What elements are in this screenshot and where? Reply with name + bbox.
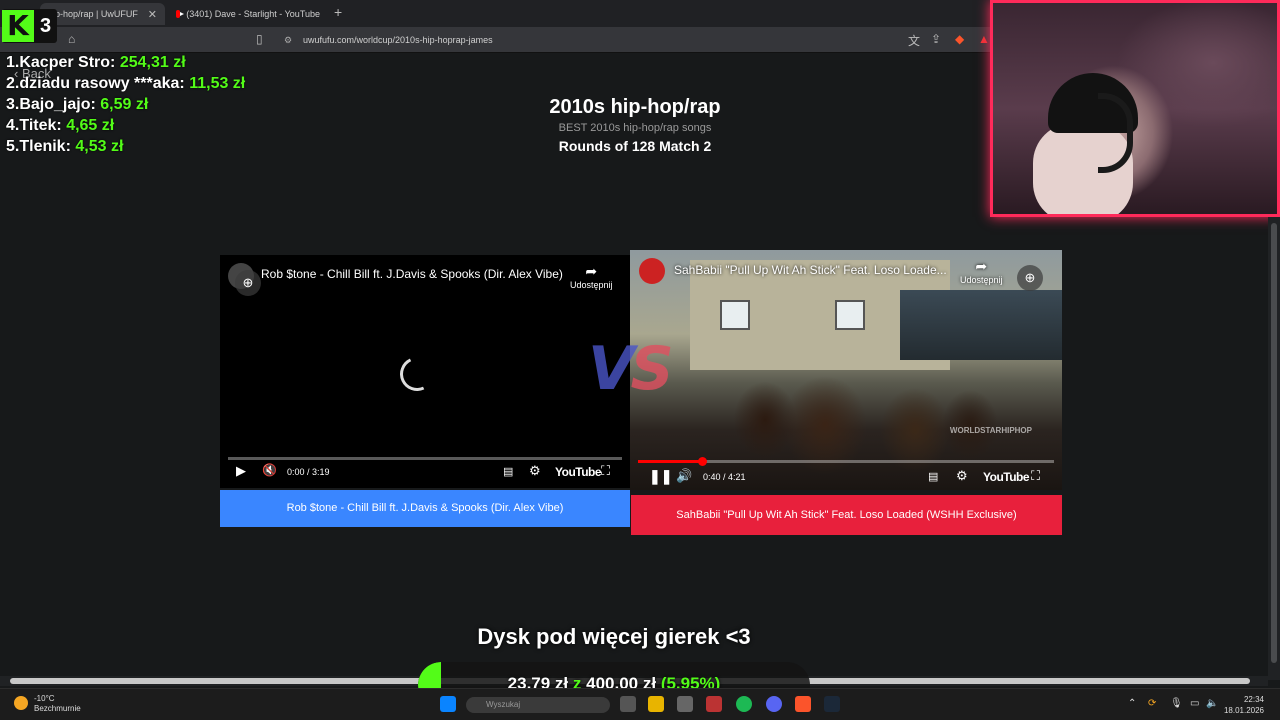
play-icon[interactable]: ▶ — [236, 463, 246, 479]
video-title[interactable]: Rob $tone - Chill Bill ft. J.Davis & Spo… — [261, 267, 563, 281]
youtube-favicon-icon — [176, 10, 185, 18]
window — [720, 300, 750, 330]
time-display: 0:00 / 3:19 — [287, 467, 330, 477]
fullscreen-icon[interactable]: ⛶ — [601, 463, 610, 479]
weather-temp: -10°C — [34, 694, 55, 703]
video-frame: WORLDSTARHIPHOP — [630, 250, 1062, 490]
tab-label: hip-hop/rap | UwUFUF — [48, 9, 138, 19]
tab-youtube[interactable]: (3401) Dave - Starlight - YouTube — [168, 3, 328, 25]
time-display: 0:40 / 4:21 — [703, 472, 746, 482]
pause-icon[interactable]: ❚❚ — [649, 468, 672, 485]
choose-left-button[interactable]: Rob $tone - Chill Bill ft. J.Davis & Spo… — [220, 490, 630, 527]
youtube-logo[interactable]: YouTube — [555, 465, 602, 479]
window — [835, 300, 865, 330]
sun-icon — [14, 696, 28, 710]
brave-icon[interactable] — [795, 696, 811, 712]
zoom-icon[interactable]: ⊕ — [235, 270, 261, 296]
site-info-icon[interactable]: ⚙ — [284, 31, 292, 49]
subtitles-icon[interactable]: ▤ — [928, 470, 938, 483]
translate-icon[interactable]: 文 — [908, 32, 920, 49]
tab-label: (3401) Dave - Starlight - YouTube — [186, 9, 320, 19]
new-tab-icon[interactable]: + — [334, 4, 342, 20]
subtitles-icon[interactable]: ▤ — [503, 465, 513, 478]
kick-badge: K 3 — [2, 9, 57, 43]
network-icon[interactable]: ▭ — [1190, 698, 1199, 709]
progress-scrubber[interactable] — [697, 457, 707, 466]
share-label: Udostępnij — [570, 280, 613, 290]
leaderboard-row: 2.dziadu rasowy ***aka: 11,53 zł — [6, 75, 246, 92]
spotify-icon[interactable] — [736, 696, 752, 712]
weather-desc: Bezchmurnie — [34, 704, 81, 713]
right-video-player[interactable]: WORLDSTARHIPHOP SahBabii "Pull Up Wit Ah… — [630, 250, 1062, 490]
rewards-icon[interactable]: ▲ — [978, 32, 990, 46]
webcam-overlay — [990, 0, 1280, 217]
clock-time: 22:34 — [1243, 695, 1264, 704]
progress-bar[interactable] — [228, 457, 622, 460]
file-explorer-icon[interactable] — [648, 696, 664, 712]
clock-date: 18.01.2026 — [1223, 706, 1264, 715]
scrollbar-thumb[interactable] — [1271, 223, 1277, 663]
leaderboard-row: 1.Kacper Stro: 254,31 zł — [6, 54, 186, 71]
taskbar-clock[interactable]: 22:34 18.01.2026 — [1224, 694, 1264, 716]
video-watermark: WORLDSTARHIPHOP — [949, 426, 1032, 435]
taskbar-search-input[interactable]: Wyszukaj — [466, 697, 610, 713]
tab-uwufufu[interactable]: hip-hop/rap | UwUFUF ✕ — [40, 3, 165, 25]
progress-fill — [638, 460, 702, 463]
kick-number: 3 — [40, 14, 52, 37]
store-icon[interactable] — [677, 696, 693, 712]
brave-shield-icon[interactable]: ◆ — [955, 32, 964, 46]
loading-spinner — [395, 352, 439, 396]
search-placeholder: Wyszukaj — [486, 700, 521, 709]
sync-icon[interactable]: ⟳ — [1148, 698, 1156, 709]
left-video-player[interactable]: Rob $tone - Chill Bill ft. J.Davis & Spo… — [220, 255, 630, 488]
goal-title: Dysk pod więcej gierek <3 — [477, 624, 751, 649]
share-arrow-icon: ➦ — [585, 263, 598, 279]
close-tab-icon[interactable]: ✕ — [148, 8, 157, 21]
youtube-logo[interactable]: YouTube — [983, 470, 1030, 484]
weather-widget[interactable]: -10°C Bezchmurnie — [14, 694, 81, 714]
windows-taskbar: -10°C Bezchmurnie Wyszukaj ⌃ ⟳ 🎙 ▭ 🔈 22:… — [0, 688, 1280, 720]
share-button[interactable]: ➦ Udostępnij — [570, 263, 613, 290]
share-button[interactable]: ➦ Udostępnij — [960, 258, 1003, 285]
balcony — [900, 290, 1062, 360]
settings-icon[interactable]: ⚙ — [956, 468, 968, 484]
share-arrow-icon: ➦ — [975, 258, 988, 274]
home-icon[interactable]: ⌂ — [68, 32, 75, 46]
video-title[interactable]: SahBabii "Pull Up Wit Ah Stick" Feat. Lo… — [674, 263, 947, 277]
volume-icon[interactable]: 🔊 — [676, 468, 692, 484]
speaker-icon[interactable]: 🔈 — [1206, 698, 1218, 709]
vertical-scrollbar[interactable] — [1268, 217, 1280, 680]
microphone-icon[interactable]: 🎙 — [1170, 698, 1183, 709]
app-icon[interactable] — [706, 696, 722, 712]
fullscreen-icon[interactable]: ⛶ — [1031, 468, 1040, 484]
share-label: Udostępnij — [960, 275, 1003, 285]
steam-icon[interactable] — [824, 696, 840, 712]
share-icon[interactable]: ⇪ — [931, 32, 941, 46]
bookmark-icon[interactable]: ▯ — [256, 32, 263, 46]
progress-bar[interactable] — [638, 457, 1054, 466]
kick-logo: K — [2, 10, 34, 42]
channel-avatar[interactable] — [639, 258, 665, 284]
zoom-icon[interactable]: ⊕ — [1017, 265, 1043, 291]
discord-icon[interactable] — [766, 696, 782, 712]
muted-icon[interactable]: 🔇 — [262, 463, 277, 477]
address-bar: ⌂ ▯ ⚙ uwufufu.com/worldcup/2010s-hip-hop… — [0, 27, 990, 53]
settings-icon[interactable]: ⚙ — [529, 463, 541, 479]
chevron-up-icon[interactable]: ⌃ — [1128, 698, 1136, 709]
url-text: uwufufu.com/worldcup/2010s-hip-hoprap-ja… — [303, 35, 493, 45]
versus-label: VS — [588, 334, 674, 404]
choose-right-button[interactable]: SahBabii "Pull Up Wit Ah Stick" Feat. Lo… — [631, 495, 1062, 535]
stream-screen: hip-hop/rap | UwUFUF ✕ (3401) Dave - Sta… — [0, 0, 1280, 720]
task-view-icon[interactable] — [620, 696, 636, 712]
url-input[interactable]: ⚙ uwufufu.com/worldcup/2010s-hip-hoprap-… — [278, 31, 898, 49]
start-icon[interactable] — [440, 696, 456, 712]
